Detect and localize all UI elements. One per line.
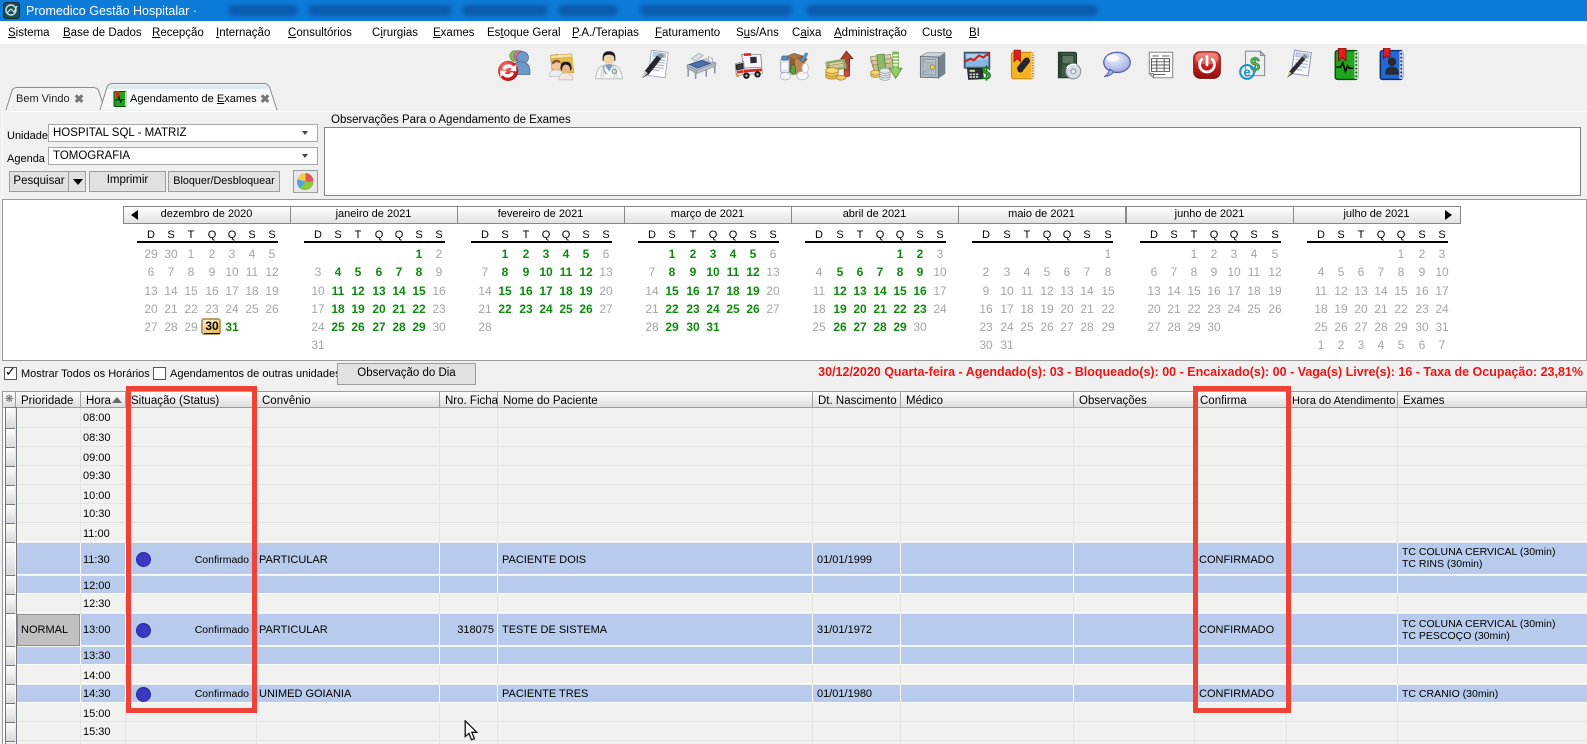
svg-text:$: $ [1250, 54, 1260, 74]
svg-text:e: e [1244, 65, 1251, 80]
svg-text:$: $ [982, 63, 991, 82]
